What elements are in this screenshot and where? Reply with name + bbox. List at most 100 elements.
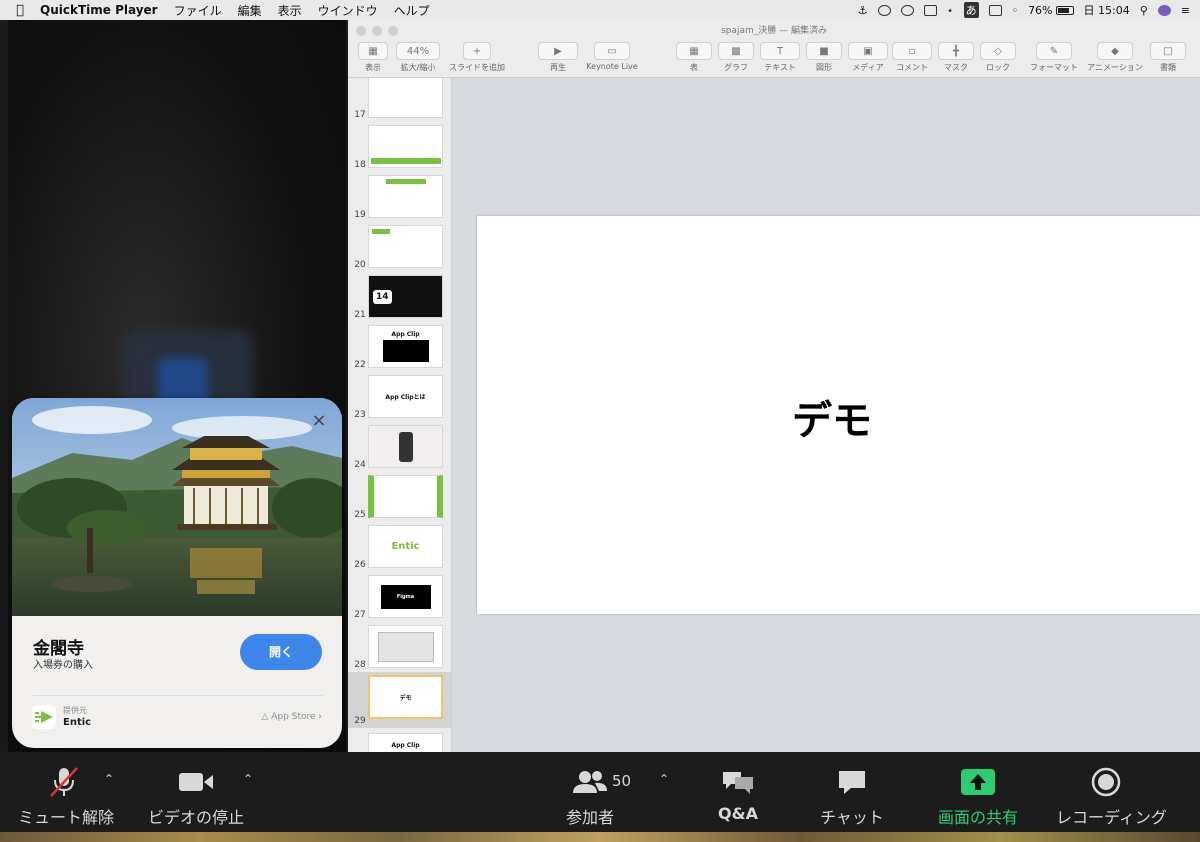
- view-button[interactable]: ▦ 表示: [358, 42, 388, 73]
- keynote-live-button[interactable]: ▭ Keynote Live: [582, 42, 642, 71]
- add-slide-button[interactable]: + スライドを追加: [446, 42, 508, 73]
- apple-icon[interactable]: : [0, 3, 40, 18]
- current-slide[interactable]: デモ: [477, 216, 1200, 614]
- chart-icon: ▩: [718, 42, 754, 60]
- menu-edit[interactable]: 編集: [238, 2, 262, 19]
- slide-preview: App Clipとは: [368, 375, 443, 418]
- slide-number: 17: [354, 110, 366, 120]
- app-clip-subtitle: 入場券の購入: [33, 660, 93, 671]
- slide-thumbnail[interactable]: App Clip: [348, 730, 451, 752]
- slide-thumbnail[interactable]: 18: [348, 122, 451, 172]
- format-button[interactable]: ✎ フォーマット: [1026, 42, 1082, 73]
- lock-icon: ◇: [980, 42, 1016, 60]
- slide-thumbnail[interactable]: 14 21: [348, 272, 451, 322]
- slide-preview: [368, 475, 443, 518]
- slide-thumbnail-selected[interactable]: デモ 29: [348, 672, 451, 728]
- record-label: レコーディング: [1056, 808, 1167, 827]
- slide-thumbnail[interactable]: 19: [348, 172, 451, 222]
- play-icon: ▶: [538, 42, 578, 60]
- chart-button[interactable]: ▩ グラフ: [718, 42, 754, 73]
- lock-label: ロック: [986, 63, 1010, 72]
- control-center-icon[interactable]: ≡: [1181, 4, 1190, 17]
- slide-thumbnail[interactable]: 24: [348, 422, 451, 472]
- battery-indicator[interactable]: 76%: [1028, 4, 1074, 17]
- app-store-link[interactable]: △ App Store ›: [262, 712, 323, 722]
- participants-button[interactable]: 参加者: [560, 766, 620, 828]
- sync-icon[interactable]: [877, 4, 891, 16]
- text-button[interactable]: T テキスト: [760, 42, 800, 73]
- close-icon[interactable]: ×: [310, 412, 328, 430]
- keynote-toolbar: spajam_決勝 — 編集済み ▦ 表示 44% 拡大/縮小 + スライドを追…: [348, 20, 1200, 78]
- share-screen-button[interactable]: 画面の共有: [930, 766, 1026, 828]
- qa-icon: [710, 766, 766, 798]
- wifi-icon[interactable]: ◦: [1012, 4, 1019, 17]
- chart-label: グラフ: [724, 63, 748, 72]
- slide-preview: App Clip: [368, 733, 443, 752]
- airplay-icon[interactable]: [923, 4, 937, 16]
- entic-logo-icon: [32, 705, 56, 729]
- plus-icon: +: [463, 42, 491, 60]
- shape-button[interactable]: ■ 図形: [806, 42, 842, 73]
- animate-button[interactable]: ◆ アニメーション: [1084, 42, 1146, 73]
- slide-thumbnail[interactable]: 17: [348, 78, 451, 122]
- clock[interactable]: 日 15:04: [1084, 2, 1130, 18]
- slide-thumbnail[interactable]: App Clipとは 23: [348, 372, 451, 422]
- docker-icon[interactable]: ⚓: [858, 4, 868, 17]
- mask-button[interactable]: ╋ マスク: [938, 42, 974, 73]
- share-screen-icon: [930, 766, 1026, 798]
- slide-preview: [368, 425, 443, 468]
- record-button[interactable]: レコーディング: [1056, 766, 1167, 828]
- comment-button[interactable]: ▫ コメント: [892, 42, 932, 73]
- dropbox-icon[interactable]: [900, 4, 914, 16]
- menu-app-name[interactable]: QuickTime Player: [40, 3, 158, 17]
- slide-thumb-text: Entic: [391, 541, 420, 552]
- play-button[interactable]: ▶ 再生: [538, 42, 578, 73]
- open-button[interactable]: 開く: [240, 634, 322, 670]
- slide-thumbnail[interactable]: App Clip 22: [348, 322, 451, 372]
- input-method-icon[interactable]: あ: [963, 2, 979, 18]
- comment-icon: ▫: [892, 42, 932, 60]
- slide-thumbnail[interactable]: Entic 26: [348, 522, 451, 572]
- slide-thumb-text: App Clip: [391, 331, 420, 338]
- chat-button[interactable]: チャット: [820, 766, 884, 828]
- menu-help[interactable]: ヘルプ: [394, 2, 430, 19]
- slide-number: 26: [354, 560, 366, 570]
- mask-icon: ╋: [938, 42, 974, 60]
- memory-icon[interactable]: [988, 4, 1002, 16]
- slide-preview: [368, 225, 443, 268]
- slide-preview: [368, 125, 443, 168]
- slide-thumbnail[interactable]: 28: [348, 622, 451, 672]
- slide-thumbnail[interactable]: 20: [348, 222, 451, 272]
- slide-preview: [368, 78, 443, 118]
- stop-video-button[interactable]: ビデオの停止: [148, 766, 244, 828]
- lock-button[interactable]: ◇ ロック: [980, 42, 1016, 73]
- app-store-icon: △: [261, 712, 269, 722]
- slide-number: 23: [354, 410, 366, 420]
- qa-label: Q&A: [718, 804, 758, 823]
- bluetooth-icon[interactable]: ⋆: [947, 4, 954, 17]
- slide-green-bar: [385, 179, 426, 184]
- video-options-chevron-icon[interactable]: ⌃: [243, 772, 253, 786]
- provider-label: 提供元: [63, 706, 87, 715]
- audio-options-chevron-icon[interactable]: ⌃: [104, 772, 114, 786]
- menu-view[interactable]: 表示: [278, 2, 302, 19]
- zoom-select[interactable]: 44% 拡大/縮小: [396, 42, 440, 73]
- spotlight-icon[interactable]: ⚲: [1140, 4, 1148, 17]
- slide-thumb-text: 14: [373, 289, 392, 304]
- menu-file[interactable]: ファイル: [174, 2, 222, 19]
- participants-count: 50: [612, 772, 632, 790]
- qa-button[interactable]: Q&A: [710, 766, 766, 823]
- provider-name: Entic: [63, 717, 92, 728]
- menu-window[interactable]: ウインドウ: [318, 2, 378, 19]
- media-button[interactable]: ▣ メディア: [848, 42, 888, 73]
- zoom-label: 拡大/縮小: [400, 63, 436, 72]
- slide-thumbnail[interactable]: 25: [348, 472, 451, 522]
- table-button[interactable]: ▦ 表: [676, 42, 712, 73]
- siri-icon[interactable]: [1157, 4, 1171, 16]
- slide-title[interactable]: デモ: [477, 388, 1187, 446]
- document-button[interactable]: □ 書類: [1150, 42, 1186, 73]
- unmute-button[interactable]: ミュート解除: [18, 766, 114, 828]
- media-label: メディア: [852, 63, 884, 72]
- participants-options-chevron-icon[interactable]: ⌃: [659, 772, 669, 786]
- slide-thumbnail[interactable]: Figma 27: [348, 572, 451, 622]
